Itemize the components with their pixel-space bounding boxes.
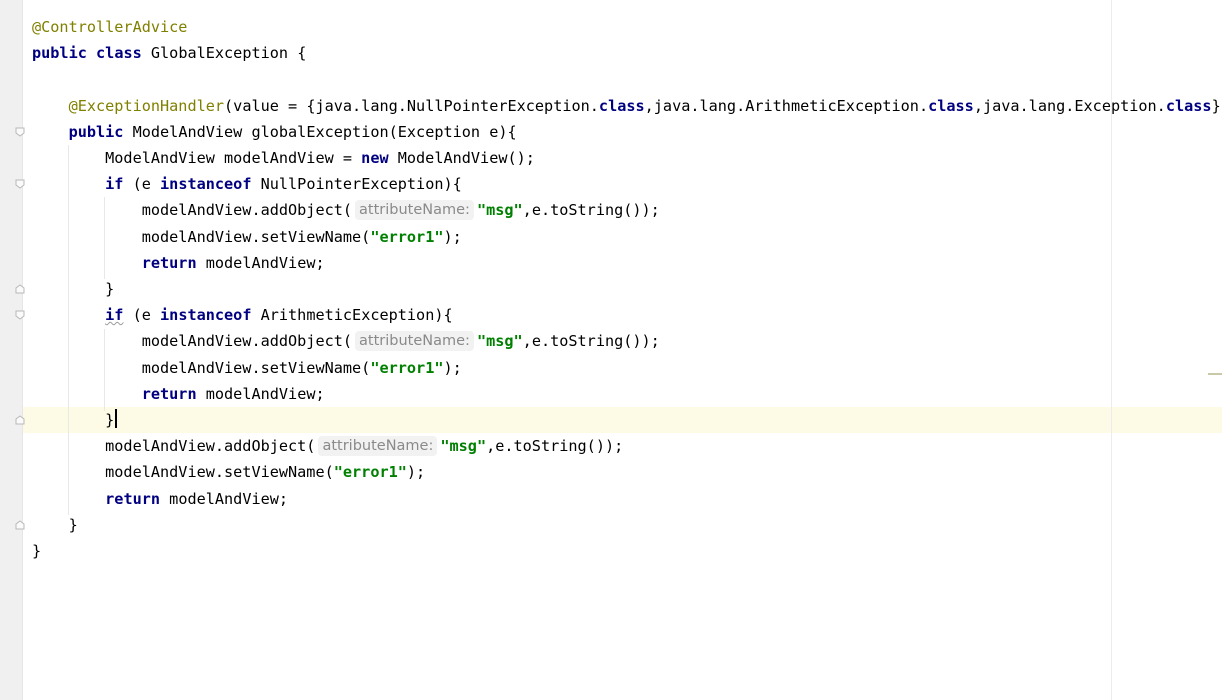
code-token: ModelAndView globalException(Exception e… [123,122,517,141]
code-line[interactable]: return modelAndView; [32,381,325,407]
keyword-token: class [96,44,142,63]
parameter-hint: attributeName: [355,200,474,221]
code-line[interactable]: } [32,276,114,302]
fold-open-icon[interactable] [15,127,25,137]
code-token: ModelAndView(); [388,149,535,167]
code-token: modelAndView.addObject( [32,332,353,351]
code-token: modelAndView; [196,384,325,403]
keyword-token: class [928,96,974,115]
code-line[interactable]: if (e instanceof ArithmeticException){ [32,302,453,328]
code-token: ); [406,463,426,482]
code-line[interactable]: @ControllerAdvice [32,14,187,40]
code-token: } [32,411,115,429]
code-line[interactable]: modelAndView.setViewName("error1"); [32,459,425,485]
code-line[interactable]: return modelAndView; [32,486,288,512]
scrollbar-marker[interactable] [1208,373,1222,375]
editor-gutter[interactable] [0,0,22,700]
keyword-token: class [598,96,645,115]
keyword-token: instanceof [160,175,252,194]
code-token: (value = {java.lang.NullPointerException… [224,96,599,115]
string-literal: "error1" [333,463,407,482]
code-token: ,e.toString()); [486,437,624,456]
fold-close-icon[interactable] [15,520,25,530]
text-caret [115,409,118,428]
code-line[interactable]: } [32,538,41,564]
code-token: ,java.lang.Exception. [973,96,1166,115]
code-token: ,e.toString()); [522,332,660,351]
code-line[interactable]: if (e instanceof NullPointerException){ [32,171,462,197]
code-token: modelAndView.setViewName( [32,358,371,377]
code-line[interactable]: modelAndView.addObject(attributeName: "ms… [32,433,623,459]
string-literal: "msg" [476,201,523,220]
current-line-highlight [23,407,1222,433]
parameter-hint: attributeName: [318,436,438,457]
fold-open-icon[interactable] [15,179,25,189]
keyword-token: class [1165,96,1212,115]
code-line[interactable]: modelAndView.addObject(attributeName: "ms… [32,197,660,223]
keyword-token: public [32,44,87,63]
keyword-token: if [105,175,124,194]
string-literal: "error1" [370,358,444,377]
keyword-token: instanceof [160,306,252,325]
code-line[interactable]: public ModelAndView globalException(Exce… [32,119,517,145]
code-token: modelAndView.setViewName( [32,463,334,482]
keyword-token: public [68,122,124,141]
fold-open-icon[interactable] [15,310,25,320]
code-token: modelAndView.addObject( [32,437,316,456]
code-token: ); [443,358,462,377]
string-literal: "msg" [476,332,523,351]
code-line[interactable]: @ExceptionHandler(value = {java.lang.Nul… [32,93,1222,119]
gutter-separator [22,0,23,700]
code-line[interactable]: return modelAndView; [32,250,325,276]
code-line[interactable]: public class GlobalException { [32,40,306,66]
code-line[interactable]: } [32,407,118,433]
code-token: modelAndView; [196,253,325,272]
code-token: ,e.toString()); [522,201,660,220]
annotation-token: @ExceptionHandler [68,96,225,115]
code-token: }) [1211,96,1222,115]
code-token: NullPointerException){ [251,175,462,194]
code-line[interactable]: modelAndView.setViewName("error1"); [32,224,462,250]
keyword-token: if [105,306,124,325]
keyword-token: return [141,384,197,403]
code-line[interactable]: modelAndView.addObject(attributeName: "ms… [32,328,660,354]
fold-close-icon[interactable] [15,415,25,425]
fold-close-icon[interactable] [15,284,25,294]
keyword-token: new [361,149,389,167]
code-token: } [32,542,42,560]
parameter-hint: attributeName: [355,331,474,352]
code-token: (e [123,306,161,325]
code-token: modelAndView.addObject( [32,201,353,220]
code-token: } [32,515,78,534]
keyword-token: return [105,489,161,508]
keyword-token: return [141,253,197,272]
code-token: ); [443,227,462,246]
code-token: ,java.lang.ArithmeticException. [644,96,929,115]
code-token: modelAndView; [160,489,289,508]
code-token: ArithmeticException){ [251,306,453,325]
code-token: (e [123,175,161,194]
code-token: } [32,280,115,298]
code-token: modelAndView.setViewName( [32,227,371,246]
code-token: ModelAndView modelAndView = [32,149,362,167]
string-literal: "msg" [440,437,487,456]
code-line[interactable]: } [32,512,78,538]
code-line[interactable]: ModelAndView modelAndView = new ModelAnd… [32,145,535,171]
annotation-token: @ControllerAdvice [32,18,188,36]
code-token: GlobalException { [141,44,307,63]
string-literal: "error1" [370,227,444,246]
code-line[interactable]: modelAndView.setViewName("error1"); [32,355,462,381]
